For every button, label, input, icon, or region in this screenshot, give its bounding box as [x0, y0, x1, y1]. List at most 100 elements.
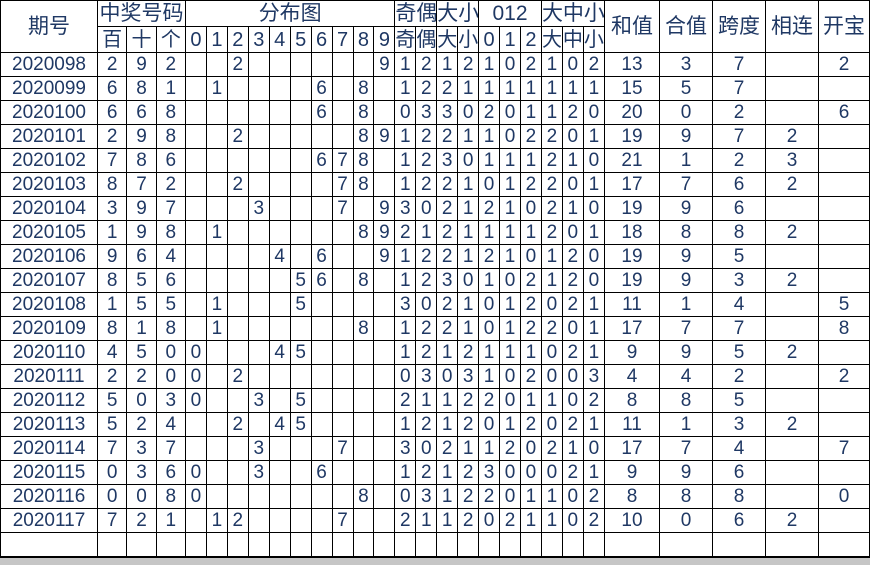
cell-bms-2: 2	[582, 388, 606, 413]
table-row[interactable]: 2020110 4 5 0 0 4 5 1 2 1 2 1 1 1 0 2 1 9 9 5 2	[0, 340, 870, 365]
table-row[interactable]: 2020103 8 7 2 2 7 8 1 2 2 1 0 1 2 2 0 1 17 7 6 2	[0, 172, 870, 197]
subheader-oddeven-1: 偶	[415, 26, 438, 53]
table-row[interactable]: 2020113 5 2 4 2 4 5 1 2 1 2 0 1 2 0 2 1 11 1 3 2	[0, 412, 870, 437]
cell-combo: 9	[659, 340, 713, 365]
table-row[interactable]: 2020101 2 9 8 2 8 9 1 2 2 1 1 0 2 2 0 1 19 9 7 2	[0, 124, 870, 149]
cell-bms-1: 2	[561, 244, 584, 269]
cell-dist-4	[268, 76, 291, 101]
table-row[interactable]: 2020115 0 3 6 0 3 6 1 2 1 2 3 0 0 0 2 1 9 9 6	[0, 460, 870, 485]
cell-bms-0: 0	[540, 364, 563, 389]
cell-bms-0: 2	[540, 148, 563, 173]
cell-period: 2020098	[0, 52, 98, 77]
cell-bigsmall-0: 2	[436, 76, 459, 101]
table-row[interactable]: 2020098 2 9 2 2 9 1 2 1 2 1 0 2 1 0 2 13 3 7 2	[0, 52, 870, 77]
cell-empty	[289, 532, 312, 557]
cell-012-2: 1	[520, 100, 542, 125]
cell-dist-3	[247, 100, 270, 125]
cell-oddeven-1: 0	[415, 436, 438, 461]
cell-dist-5	[289, 460, 312, 485]
table-row[interactable]: 2020114 7 3 7 3 7 3 0 2 1 1 2 0 2 1 0 17 7 4 7	[0, 436, 870, 461]
cell-bigsmall-1: 1	[457, 436, 480, 461]
header-distribution: 分布图	[184, 0, 396, 27]
cell-012-0: 2	[478, 484, 501, 509]
cell-dist-6	[310, 292, 333, 317]
cell-bms-0: 1	[540, 484, 563, 509]
cell-dist-9	[373, 172, 396, 197]
table-row[interactable]: 2020107 8 5 6 5 6 8 1 2 3 0 1 0 2 1 2 0 19 9 3 2	[0, 268, 870, 293]
cell-period: 2020108	[0, 292, 98, 317]
cell-dist-1	[205, 100, 228, 125]
cell-oddeven-1: 3	[415, 100, 438, 125]
header-012: 012	[478, 0, 542, 27]
cell-bms-2: 0	[582, 436, 606, 461]
table-row[interactable]: 2020108 1 5 5 1 5 3 0 2 1 0 1 2 0 2 1 11 1 4 5	[0, 292, 870, 317]
table-row[interactable]: 2020112 5 0 3 0 3 5 2 1 1 2 2 0 1 1 0 2 8 8 5	[0, 388, 870, 413]
cell-oddeven-0: 3	[394, 292, 417, 317]
cell-012-0: 0	[478, 172, 501, 197]
cell-dist-1	[205, 268, 228, 293]
cell-oddeven-1: 0	[415, 196, 438, 221]
cell-dist-4	[268, 436, 291, 461]
header-sum: 和值	[604, 0, 660, 53]
cell-dist-8: 8	[352, 76, 375, 101]
table-row[interactable]: 2020109 8 1 8 1 8 1 2 2 1 0 1 2 2 0 1 17 7 7 8	[0, 316, 870, 341]
cell-dist-5	[289, 364, 312, 389]
table-row[interactable]: 2020104 3 9 7 3 7 9 3 0 2 1 2 1 0 2 1 0 19 9 6	[0, 196, 870, 221]
table-row[interactable]: 2020117 7 2 1 1 2 7 2 1 1 2 0 2 1 1 0 2 10 0 6 2	[0, 508, 870, 533]
cell-dist-4	[268, 124, 291, 149]
lottery-distribution-table: 期号 中奖号码 分布图 奇偶 大小 012 大中小 和值 合值 跨度 相连 开宝…	[0, 0, 870, 557]
cell-empty	[268, 532, 291, 557]
cell-012-0: 1	[478, 124, 501, 149]
cell-012-0: 1	[478, 340, 501, 365]
cell-combo: 1	[659, 148, 713, 173]
cell-dist-5	[289, 52, 312, 77]
cell-sum: 8	[604, 484, 660, 509]
cell-dist-8: 8	[352, 268, 375, 293]
cell-empty	[561, 532, 584, 557]
cell-dist-0	[185, 52, 207, 77]
cell-dist-8	[352, 292, 375, 317]
cell-consecutive: 2	[765, 268, 819, 293]
cell-dist-7	[331, 100, 354, 125]
table-row[interactable]: 2020111 2 2 0 0 2 0 3 0 3 1 0 2 0 0 3 4 4 2 2	[0, 364, 870, 389]
cell-bms-2: 1	[582, 124, 606, 149]
subheader-dist-7: 7	[331, 26, 354, 53]
table-row[interactable]: 2020102 7 8 6 6 7 8 1 2 3 0 1 1 1 2 1 0 21 1 2 3	[0, 148, 870, 173]
cell-dist-9	[373, 148, 396, 173]
cell-012-2: 1	[520, 76, 542, 101]
cell-span: 2	[712, 364, 766, 389]
table-row[interactable]: 2020106 9 6 4 4 6 9 1 2 2 1 2 1 0 1 2 0 19 9 5	[0, 244, 870, 269]
table-row[interactable]: 2020099 6 8 1 1 6 8 1 2 2 1 1 1 1 1 1 1 15 5 7	[0, 76, 870, 101]
cell-bigsmall-1: 1	[457, 196, 480, 221]
cell-open	[818, 388, 870, 413]
cell-012-0: 1	[478, 52, 501, 77]
cell-period: 2020113	[0, 412, 98, 437]
table-row[interactable]: 2020105 1 9 8 1 8 9 2 1 2 1 1 1 1 2 0 1 18 8 8 2	[0, 220, 870, 245]
header-consecutive: 相连	[765, 0, 819, 53]
cell-digit-0: 7	[96, 148, 128, 173]
subheader-dist-8: 8	[352, 26, 375, 53]
cell-dist-9	[373, 388, 396, 413]
cell-dist-4	[268, 220, 291, 245]
cell-dist-9	[373, 316, 396, 341]
cell-dist-9: 9	[373, 220, 396, 245]
cell-dist-9	[373, 268, 396, 293]
bottom-scroll-bar[interactable]	[0, 557, 870, 565]
subheader-dist-4: 4	[268, 26, 291, 53]
cell-consecutive: 2	[765, 172, 819, 197]
cell-period: 2020099	[0, 76, 98, 101]
cell-dist-2	[226, 316, 249, 341]
cell-dist-6	[310, 484, 333, 509]
cell-012-1: 1	[499, 220, 521, 245]
cell-dist-3	[247, 316, 270, 341]
cell-dist-1: 1	[205, 316, 228, 341]
cell-dist-8: 8	[352, 316, 375, 341]
table-row[interactable]: 2020116 0 0 8 0 8 0 3 1 2 2 0 1 1 0 2 8 8 8 0	[0, 484, 870, 509]
cell-digit-1: 3	[126, 460, 157, 485]
table-row[interactable]: 2020100 6 6 8 6 8 0 3 3 0 2 0 1 1 2 0 20 0 2 6	[0, 100, 870, 125]
cell-bigsmall-0: 1	[436, 460, 459, 485]
cell-sum: 4	[604, 364, 660, 389]
cell-bms-2: 2	[582, 484, 606, 509]
cell-dist-5	[289, 484, 312, 509]
cell-dist-3	[247, 52, 270, 77]
